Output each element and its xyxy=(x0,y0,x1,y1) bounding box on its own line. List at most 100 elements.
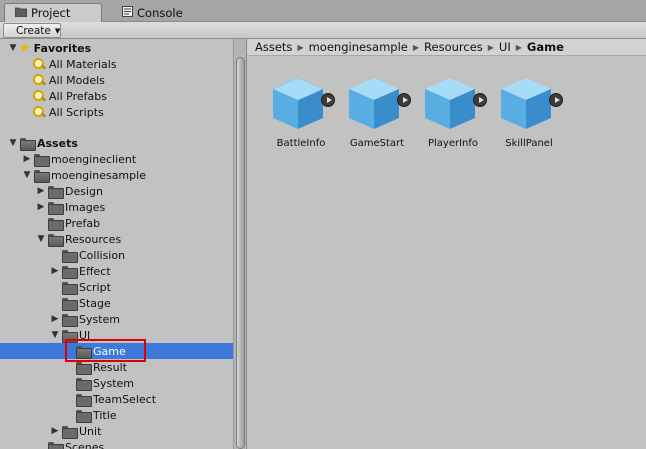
folder-icon xyxy=(76,409,92,423)
search-icon xyxy=(32,105,46,119)
tree-scrollbar[interactable] xyxy=(233,39,247,449)
breadcrumb-item-resources[interactable]: Resources xyxy=(424,40,483,54)
tree-item-label: Collision xyxy=(79,248,126,262)
tree-item-label: All Materials xyxy=(49,57,117,71)
folder-icon xyxy=(14,6,28,20)
tree-item-label: Resources xyxy=(65,232,122,246)
tree-item-script[interactable]: Script xyxy=(0,279,233,295)
breadcrumb: Assets ▶ moenginesample ▶ Resources ▶ UI… xyxy=(247,39,646,56)
asset-prefab-playerinfo[interactable]: PlayerInfo xyxy=(417,74,489,154)
tree-item-label: System xyxy=(93,376,135,390)
tab-project-label: Project xyxy=(31,6,71,20)
tree-item-favorites[interactable]: ▼ ★ Favorites xyxy=(0,40,233,56)
tree-item-label: Images xyxy=(65,200,106,214)
scrollbar-thumb[interactable] xyxy=(236,57,245,449)
folder-icon xyxy=(48,441,64,449)
tree-item-all-models[interactable]: All Models xyxy=(0,72,233,88)
folder-icon xyxy=(76,377,92,391)
tree-item-label: System xyxy=(79,312,121,326)
expand-arrow-icon[interactable]: ▼ xyxy=(36,234,46,244)
create-button[interactable]: Create ▼ xyxy=(3,23,61,38)
breadcrumb-item-assets[interactable]: Assets xyxy=(255,40,292,54)
collapse-arrow-icon[interactable]: ▶ xyxy=(36,186,46,196)
tree-item-label: Result xyxy=(93,360,127,374)
folder-icon xyxy=(20,137,36,151)
asset-prefab-battleinfo[interactable]: BattleInfo xyxy=(265,74,337,154)
folder-icon xyxy=(62,249,78,263)
expand-prefab-icon[interactable] xyxy=(473,93,487,107)
collapse-arrow-icon[interactable]: ▶ xyxy=(50,426,60,436)
tree-item-ui-system[interactable]: System xyxy=(0,375,233,391)
tree-item-collision[interactable]: Collision xyxy=(0,247,233,263)
expand-prefab-icon[interactable] xyxy=(549,93,563,107)
tree-item-label: Assets xyxy=(37,136,78,150)
star-icon: ★ xyxy=(19,40,31,56)
collapse-arrow-icon[interactable]: ▶ xyxy=(22,154,32,164)
expand-prefab-icon[interactable] xyxy=(397,93,411,107)
tree-item-unit[interactable]: ▶ Unit xyxy=(0,423,233,439)
tree-item-label: All Prefabs xyxy=(49,89,107,103)
prefab-cube-icon xyxy=(501,78,551,129)
tree-item-label: All Scripts xyxy=(49,105,104,119)
tree-item-label: moengineclient xyxy=(51,152,137,166)
search-icon xyxy=(32,57,46,71)
collapse-arrow-icon[interactable]: ▶ xyxy=(50,314,60,324)
tree-item-moengineclient[interactable]: ▶ moengineclient xyxy=(0,151,233,167)
breadcrumb-separator-icon: ▶ xyxy=(412,42,420,52)
tree-item-label: Script xyxy=(79,280,111,294)
prefab-cube-icon xyxy=(349,78,399,129)
expand-arrow-icon[interactable]: ▼ xyxy=(8,138,18,148)
folder-icon xyxy=(34,153,50,167)
folder-icon xyxy=(76,393,92,407)
tab-project[interactable]: Project xyxy=(4,3,102,22)
expand-arrow-icon[interactable]: ▼ xyxy=(8,43,18,53)
expand-arrow-icon[interactable]: ▼ xyxy=(22,170,32,180)
folder-icon xyxy=(62,297,78,311)
tree-item-stage[interactable]: Stage xyxy=(0,295,233,311)
breadcrumb-item-ui[interactable]: UI xyxy=(499,40,511,54)
asset-prefab-gamestart[interactable]: GameStart xyxy=(341,74,413,154)
tree-item-label: Unit xyxy=(79,424,102,438)
expand-arrow-icon[interactable]: ▼ xyxy=(50,330,60,340)
breadcrumb-item-moenginesample[interactable]: moenginesample xyxy=(309,40,408,54)
tree-item-all-scripts[interactable]: All Scripts xyxy=(0,104,233,120)
project-tree: ▼ ★ Favorites All Materials All Models A… xyxy=(0,39,233,449)
breadcrumb-item-game[interactable]: Game xyxy=(527,40,564,54)
folder-icon xyxy=(62,425,78,439)
expand-prefab-icon[interactable] xyxy=(321,93,335,107)
tree-item-all-prefabs[interactable]: All Prefabs xyxy=(0,88,233,104)
search-icon xyxy=(32,89,46,103)
asset-label: BattleInfo xyxy=(276,138,326,149)
breadcrumb-separator-icon: ▶ xyxy=(297,42,304,52)
asset-prefab-skillpanel[interactable]: SkillPanel xyxy=(493,74,565,154)
tree-item-label: Favorites xyxy=(33,41,92,55)
tree-item-label: Stage xyxy=(79,296,111,310)
tree-item-assets[interactable]: ▼ Assets xyxy=(0,135,233,151)
prefab-cube-icon xyxy=(272,77,324,129)
tree-item-title[interactable]: Title xyxy=(0,407,233,423)
tree-item-prefab[interactable]: Prefab xyxy=(0,215,233,231)
folder-icon xyxy=(48,185,64,199)
folder-icon xyxy=(62,281,78,295)
create-button-label: Create xyxy=(16,24,51,37)
chevron-down-icon: ▼ xyxy=(54,26,61,35)
tree-item-system[interactable]: ▶ System xyxy=(0,311,233,327)
panel-tab-strip: Project Console xyxy=(0,0,646,22)
tab-console[interactable]: Console xyxy=(112,3,212,22)
tree-item-moenginesample[interactable]: ▼ moenginesample xyxy=(0,167,233,183)
tree-item-images[interactable]: ▶ Images xyxy=(0,199,233,215)
collapse-arrow-icon[interactable]: ▶ xyxy=(36,202,46,212)
tree-item-label: Design xyxy=(65,184,103,198)
annotation-highlight-box xyxy=(65,339,146,362)
collapse-arrow-icon[interactable]: ▶ xyxy=(50,266,60,276)
asset-grid: BattleInfo GameStart PlayerInfo SkillPan… xyxy=(247,56,646,449)
tree-item-all-materials[interactable]: All Materials xyxy=(0,56,233,72)
tree-item-effect[interactable]: ▶ Effect xyxy=(0,263,233,279)
tree-item-scenes[interactable]: Scenes xyxy=(0,439,233,449)
tree-item-resources[interactable]: ▼ Resources xyxy=(0,231,233,247)
project-toolbar: Create ▼ xyxy=(0,22,646,39)
breadcrumb-separator-icon: ▶ xyxy=(487,42,494,52)
tree-item-design[interactable]: ▶ Design xyxy=(0,183,233,199)
asset-label: SkillPanel xyxy=(505,138,553,149)
tree-item-teamselect[interactable]: TeamSelect xyxy=(0,391,233,407)
